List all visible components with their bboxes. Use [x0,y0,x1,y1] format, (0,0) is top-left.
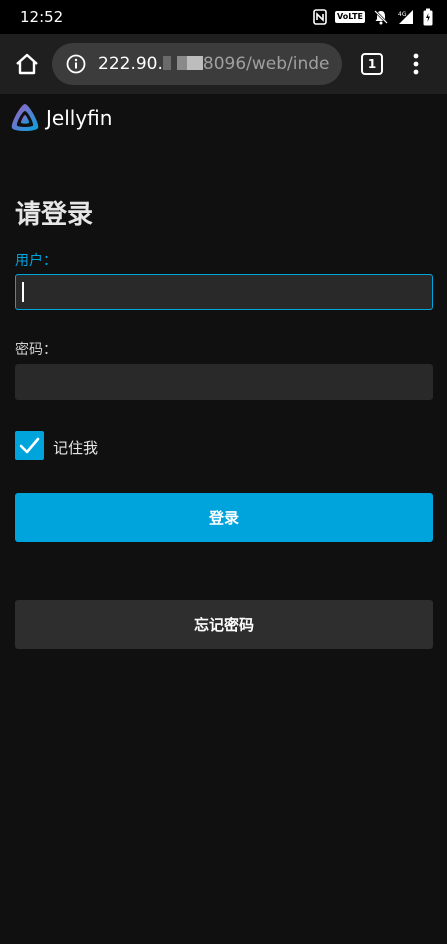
status-bar: 12:52 VoLTE 4G [0,0,447,34]
url-path: 8096/web/inde [202,54,330,74]
page-title: 请登录 [15,200,94,230]
more-options-icon[interactable] [406,50,426,78]
password-input[interactable] [15,364,433,400]
home-icon[interactable] [14,51,40,77]
address-bar[interactable]: 222.90. 8096/web/inde [52,43,342,85]
signal-icon: 4G [398,10,413,24]
remember-me-label[interactable]: 记住我 [53,437,98,458]
status-icons: VoLTE 4G [313,8,433,26]
username-label: 用户： [15,253,57,269]
app-header: Jellyfin [0,94,447,144]
app-logo-text[interactable]: Jellyfin [46,106,112,130]
remember-me-checkbox[interactable] [15,431,44,460]
volte-badge: VoLTE [335,11,365,23]
browser-toolbar: 222.90. 8096/web/inde 1 [0,34,447,94]
url-text[interactable]: 222.90. 8096/web/inde [98,54,338,74]
checkmark-icon [19,437,40,454]
password-label: 密码： [15,342,57,358]
url-host: 222.90. [98,54,163,74]
status-time: 12:52 [20,8,64,26]
jellyfin-logo-icon[interactable] [9,102,41,134]
bell-off-icon [374,10,388,25]
info-icon[interactable] [66,54,86,74]
nfc-icon [313,9,327,25]
text-cursor [22,282,24,302]
login-button[interactable]: 登录 [15,493,433,542]
tab-switcher-button[interactable]: 1 [361,53,383,75]
url-redacted [162,56,203,70]
forgot-password-button[interactable]: 忘记密码 [15,600,433,649]
battery-icon [423,8,433,26]
network-type: 4G [398,11,407,18]
username-input[interactable] [15,274,433,310]
